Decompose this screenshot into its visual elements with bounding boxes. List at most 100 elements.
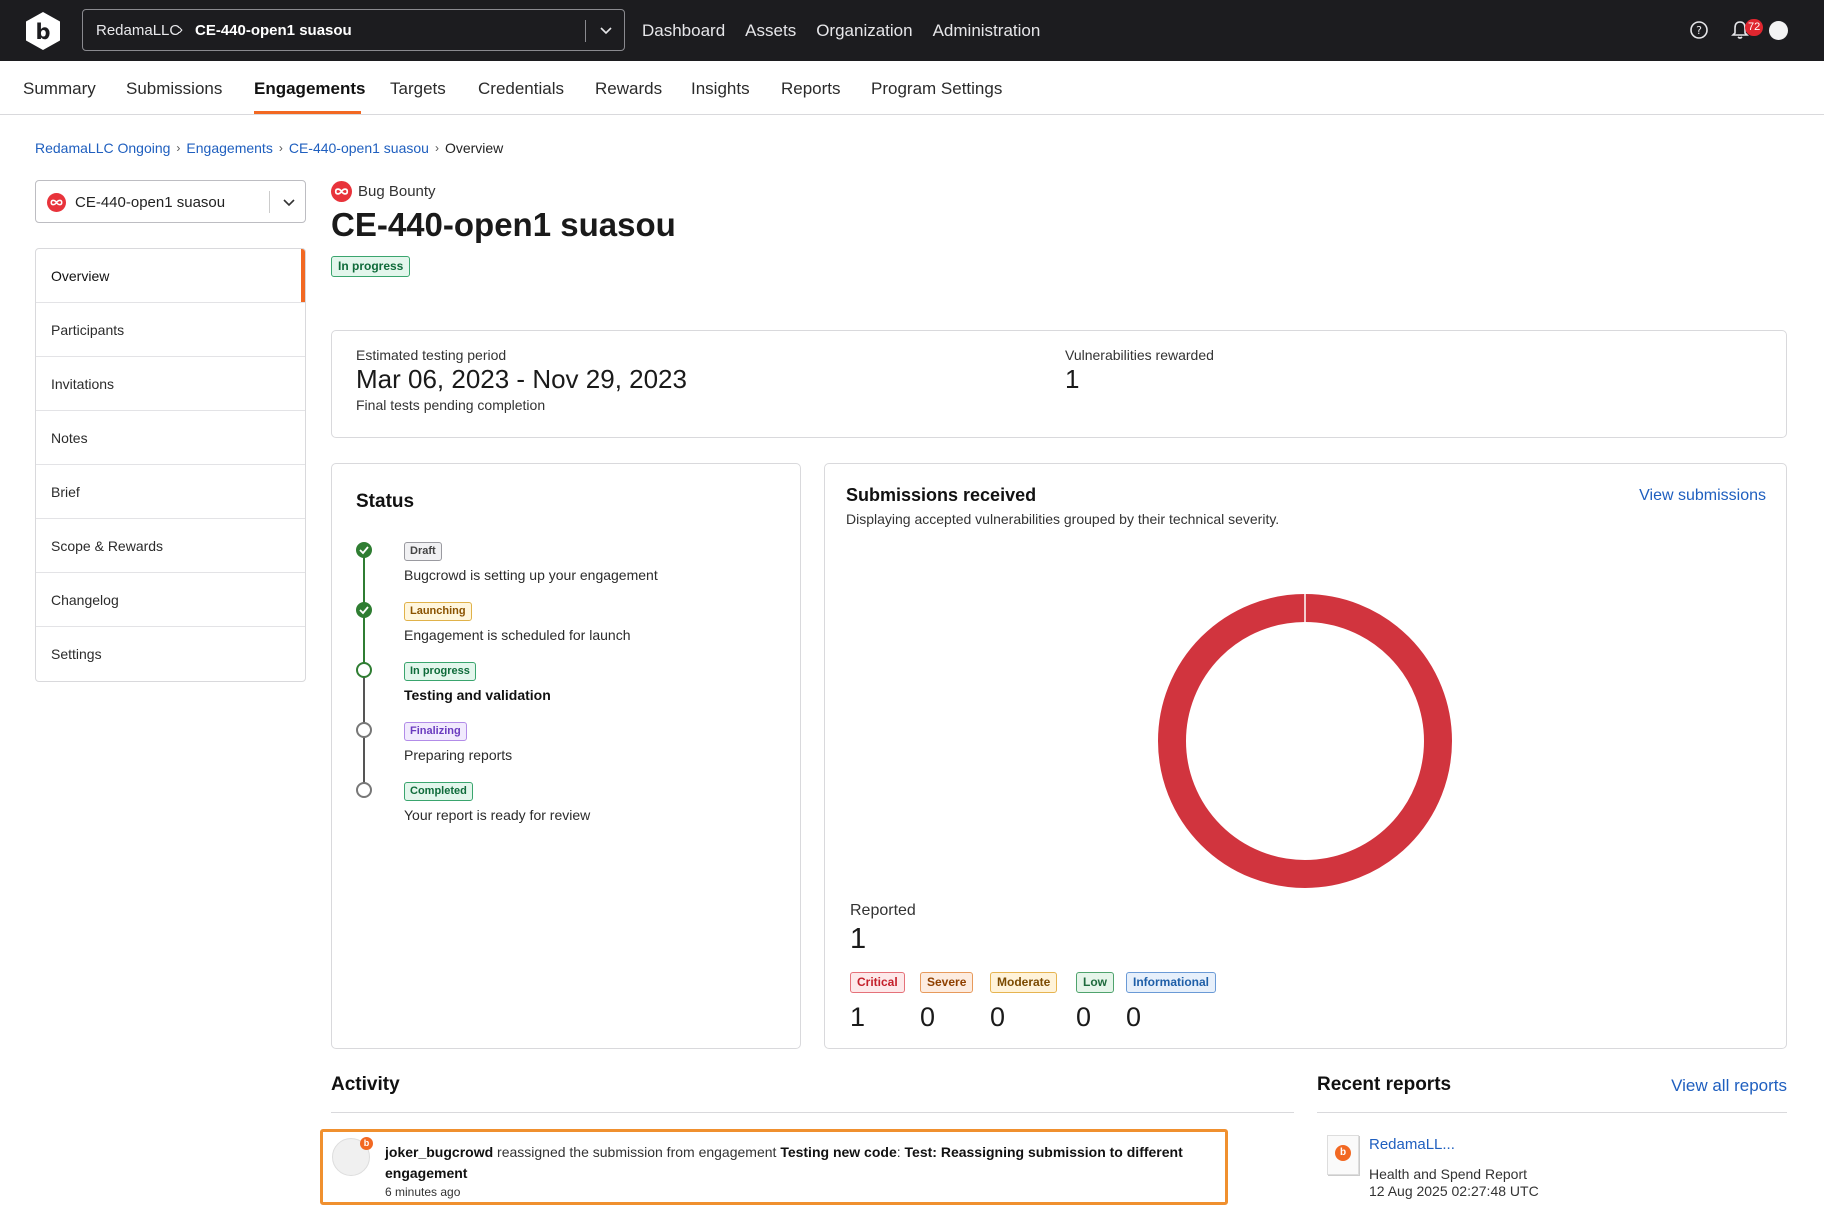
- engagement-type: Bug Bounty: [331, 181, 436, 202]
- divider: [269, 191, 270, 213]
- status-card: Status Draft Bugcrowd is setting up your…: [331, 463, 801, 1049]
- breadcrumb-link-program[interactable]: RedamaLLC Ongoing: [35, 140, 170, 156]
- severity-badge-critical: Critical: [850, 972, 905, 993]
- nav-administration[interactable]: Administration: [933, 21, 1041, 41]
- nav-dashboard[interactable]: Dashboard: [642, 21, 725, 41]
- status-title: Status: [356, 491, 415, 512]
- report-date: 12 Aug 2025 02:27:48 UTC: [1369, 1183, 1539, 1199]
- view-submissions-link[interactable]: View submissions: [1639, 487, 1766, 505]
- severity-badge-informational: Informational: [1126, 972, 1217, 993]
- nav-assets[interactable]: Assets: [745, 21, 796, 41]
- tab-engagements[interactable]: Engagements: [254, 79, 365, 99]
- sidenav-item-overview[interactable]: Overview: [36, 249, 305, 303]
- report-type: Health and Spend Report: [1369, 1166, 1527, 1182]
- tab-submissions[interactable]: Submissions: [126, 79, 222, 99]
- step-text-completed: Your report is ready for review: [404, 807, 591, 823]
- breadcrumb-link-engagements[interactable]: Engagements: [186, 140, 272, 156]
- reported-label: Reported: [850, 902, 916, 919]
- vulnerabilities-rewarded-value: 1: [1065, 364, 1080, 394]
- bugcrowd-badge-icon: b: [360, 1137, 373, 1150]
- notification-count-badge: 72: [1745, 19, 1764, 36]
- step-complete-check-icon: [356, 602, 372, 618]
- sidenav-item-settings[interactable]: Settings: [36, 627, 305, 681]
- testing-period-value: Mar 06, 2023 - Nov 29, 2023: [356, 364, 687, 394]
- tab-credentials[interactable]: Credentials: [478, 79, 564, 99]
- severity-value-informational: 0: [1126, 1002, 1142, 1032]
- severity-critical: Critical 1: [850, 972, 905, 1032]
- step-badge-finalizing: Finalizing: [404, 722, 467, 741]
- submissions-title: Submissions received: [846, 485, 1037, 505]
- step-complete-check-icon: [356, 542, 372, 558]
- donut-slice-critical: [1158, 594, 1452, 888]
- view-all-reports-link[interactable]: View all reports: [1671, 1076, 1787, 1096]
- page-title: CE-440-open1 suasou: [331, 206, 676, 243]
- activity-text: joker_bugcrowd reassigned the submission…: [385, 1144, 1183, 1181]
- severity-value-low: 0: [1076, 1002, 1092, 1032]
- current-engagement-name: CE-440-open1 suasou: [195, 22, 352, 39]
- sidenav-item-participants[interactable]: Participants: [36, 303, 305, 357]
- step-pending-circle-icon: [356, 722, 372, 738]
- activity-item[interactable]: b joker_bugcrowd reassigned the submissi…: [320, 1129, 1228, 1205]
- engagement-select[interactable]: CE-440-open1 suasou: [35, 180, 306, 223]
- severity-badge-severe: Severe: [920, 972, 974, 993]
- activity-time: 6 minutes ago: [385, 1185, 461, 1199]
- sidenav-item-changelog[interactable]: Changelog: [36, 573, 305, 627]
- divider: [585, 20, 586, 42]
- sidenav-item-scope-rewards[interactable]: Scope & Rewards: [36, 519, 305, 573]
- tab-summary[interactable]: Summary: [23, 79, 96, 99]
- sidenav-item-brief[interactable]: Brief: [36, 465, 305, 519]
- bug-bounty-icon: [331, 181, 352, 202]
- step-text-draft: Bugcrowd is setting up your engagement: [404, 567, 658, 583]
- submissions-card: Submissions received Displaying accepted…: [824, 463, 1787, 1049]
- tab-targets[interactable]: Targets: [390, 79, 446, 99]
- step-badge-draft: Draft: [404, 542, 442, 561]
- engagement-type-label: Bug Bounty: [358, 183, 436, 200]
- submissions-description: Displaying accepted vulnerabilities grou…: [846, 511, 1280, 527]
- chevron-right-icon: ›: [278, 141, 283, 155]
- help-icon[interactable]: ?: [1689, 20, 1709, 40]
- chevron-right-icon: ›: [178, 21, 183, 38]
- program-tabs: Summary Submissions Engagements Targets …: [0, 61, 1824, 115]
- engagement-select-value: CE-440-open1 suasou: [75, 194, 226, 211]
- svg-text:?: ?: [1696, 24, 1702, 37]
- org-engagement-switcher[interactable]: RedamaLLC › CE-440-open1 suasou: [82, 9, 625, 51]
- severity-severe: Severe 0: [920, 972, 974, 1032]
- testing-summary-card: Estimated testing period Mar 06, 2023 - …: [331, 330, 1787, 438]
- vulnerabilities-rewarded-label: Vulnerabilities rewarded: [1065, 347, 1214, 363]
- breadcrumb-link-engagement[interactable]: CE-440-open1 suasou: [289, 140, 429, 156]
- svg-text:b: b: [35, 20, 50, 44]
- org-name: RedamaLLC: [96, 22, 181, 39]
- step-text-in-progress: Testing and validation: [404, 687, 551, 703]
- active-tab-indicator: [254, 111, 361, 114]
- step-badge-in-progress: In progress: [404, 662, 476, 681]
- sidenav-item-invitations[interactable]: Invitations: [36, 357, 305, 411]
- step-badge-completed: Completed: [404, 782, 473, 801]
- tab-program-settings[interactable]: Program Settings: [871, 79, 1002, 99]
- activity-engagement: Testing new code: [780, 1144, 897, 1160]
- severity-value-critical: 1: [850, 1002, 866, 1032]
- activity-title: Activity: [331, 1074, 400, 1095]
- user-avatar[interactable]: [1769, 21, 1788, 40]
- chevron-down-icon[interactable]: [281, 194, 297, 210]
- breadcrumb-current: Overview: [444, 140, 504, 156]
- divider: [1317, 1112, 1787, 1113]
- engagement-side-nav: Overview Participants Invitations Notes …: [35, 248, 306, 682]
- report-document-icon: b: [1327, 1135, 1359, 1175]
- report-name-link[interactable]: RedamaLL...: [1369, 1136, 1455, 1153]
- nav-organization[interactable]: Organization: [816, 21, 912, 41]
- testing-period-note: Final tests pending completion: [356, 397, 546, 413]
- tab-reports[interactable]: Reports: [781, 79, 841, 99]
- tab-insights[interactable]: Insights: [691, 79, 750, 99]
- testing-period-label: Estimated testing period: [356, 347, 507, 363]
- severity-low: Low 0: [1076, 972, 1114, 1032]
- chevron-down-icon[interactable]: [597, 21, 615, 39]
- top-navigation: Dashboard Assets Organization Administra…: [642, 0, 1040, 61]
- tab-rewards[interactable]: Rewards: [595, 79, 662, 99]
- step-current-circle-icon: [356, 662, 372, 678]
- recent-reports-title: Recent reports: [1317, 1074, 1452, 1095]
- severity-value-severe: 0: [920, 1002, 936, 1032]
- sidenav-item-notes[interactable]: Notes: [36, 411, 305, 465]
- step-text-finalizing: Preparing reports: [404, 747, 513, 763]
- divider: [331, 1112, 1294, 1113]
- bugcrowd-logo-icon[interactable]: b: [22, 10, 64, 52]
